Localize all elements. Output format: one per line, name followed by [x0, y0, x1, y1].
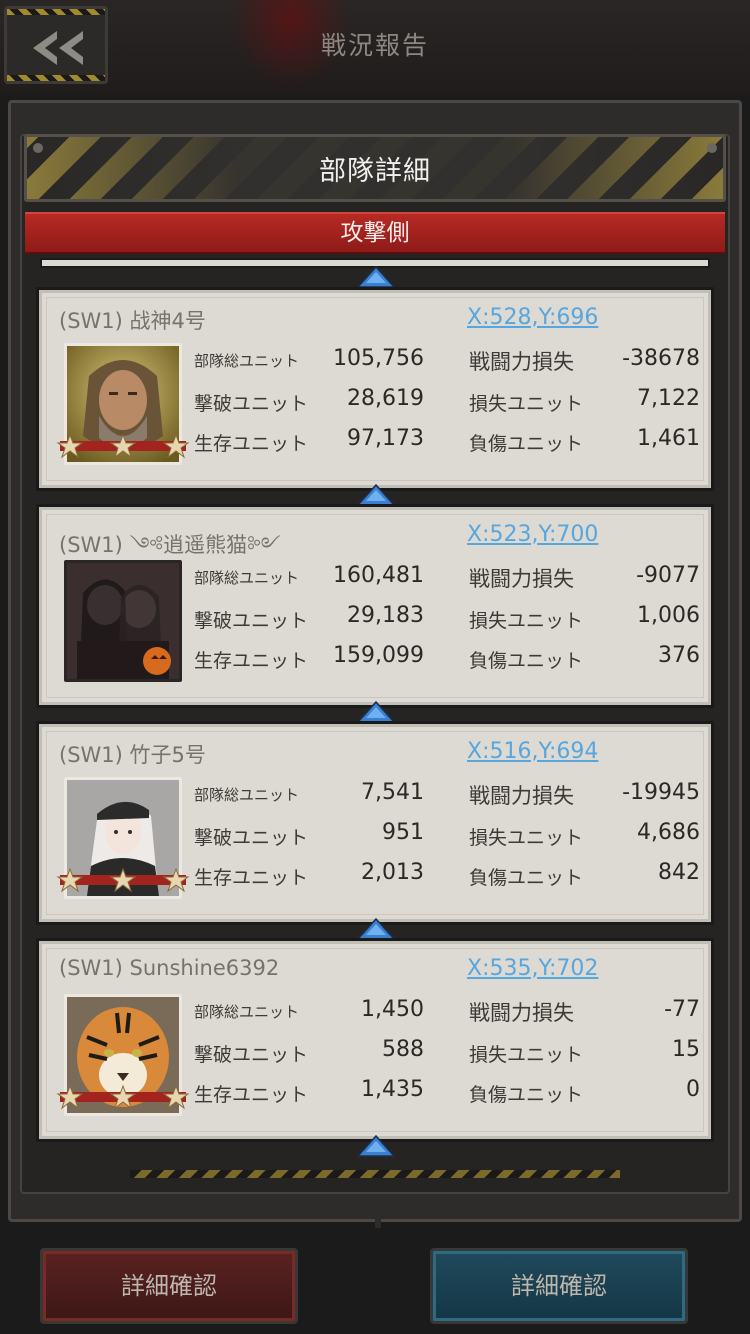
destroyed-units-label: 撃破ユニット [194, 827, 309, 849]
dark-couple-avatar-icon [67, 563, 179, 679]
player-name: (SW1) Sunshine6392 [59, 956, 280, 980]
player-card: (SW1) Sunshine6392 X:535,Y:702 部隊総ユニット 1… [39, 941, 711, 1139]
player-coordinate-link[interactable]: X:516,Y:694 [467, 739, 598, 764]
total-units-value: 1,450 [361, 997, 424, 1022]
rank-stars-ribbon [56, 867, 190, 893]
lost-units-value: 4,686 [637, 820, 700, 845]
chevron-up-icon [356, 918, 396, 940]
lost-units-label: 損失ユニット [469, 393, 584, 415]
power-loss-value: -77 [664, 997, 700, 1022]
wounded-units-value: 376 [658, 643, 700, 668]
surviving-units-label: 生存ユニット [194, 433, 309, 455]
surviving-units-value: 1,435 [361, 1077, 424, 1102]
avatar[interactable] [64, 560, 182, 682]
player-card: (SW1) ༺逍遥熊猫༻ X:523,Y:700 部隊総ユニット 160,481… [39, 507, 711, 705]
screen-title: 戦況報告 [320, 31, 429, 60]
surviving-units-label: 生存ユニット [194, 650, 309, 672]
power-loss-value: -19945 [622, 780, 700, 805]
wounded-units-value: 0 [686, 1077, 700, 1102]
chevron-up-icon [356, 701, 396, 723]
surviving-units-value: 2,013 [361, 860, 424, 885]
surviving-units-label: 生存ユニット [194, 867, 309, 889]
hazard-stripe [7, 75, 105, 81]
panel-divider [375, 1206, 381, 1228]
total-units-label: 部隊総ユニット [194, 1003, 300, 1021]
destroyed-units-value: 951 [382, 820, 424, 845]
panel-header: 部隊詳細 [24, 134, 726, 202]
destroyed-units-label: 撃破ユニット [194, 393, 309, 415]
player-coordinate-link[interactable]: X:523,Y:700 [467, 522, 598, 547]
power-loss-label: 戦闘力損失 [469, 784, 574, 808]
total-units-value: 105,756 [333, 346, 424, 371]
details-button-left[interactable]: 詳細確認 [40, 1248, 298, 1324]
hazard-stripe [130, 1170, 620, 1178]
wounded-units-label: 負傷ユニット [469, 867, 584, 889]
player-name: (SW1) 竹子5号 [59, 743, 206, 767]
rank-stars-ribbon [56, 433, 190, 459]
wounded-units-label: 負傷ユニット [469, 433, 584, 455]
lost-units-label: 損失ユニット [469, 1044, 584, 1066]
hazard-stripe [7, 9, 105, 15]
power-loss-label: 戦闘力損失 [469, 1001, 574, 1025]
rank-stars-ribbon [56, 1084, 190, 1110]
player-card: (SW1) 战神4号 X:528,Y:696 部隊総ユニット 105,756 撃… [39, 290, 711, 488]
wounded-units-label: 負傷ユニット [469, 650, 584, 672]
player-name: (SW1) 战神4号 [59, 309, 206, 333]
power-loss-value: -38678 [622, 346, 700, 371]
surviving-units-label: 生存ユニット [194, 1084, 309, 1106]
details-button-right[interactable]: 詳細確認 [430, 1248, 688, 1324]
destroyed-units-value: 588 [382, 1037, 424, 1062]
destroyed-units-value: 28,619 [347, 386, 424, 411]
destroyed-units-label: 撃破ユニット [194, 610, 309, 632]
chevron-up-icon [356, 484, 396, 506]
power-loss-label: 戦闘力損失 [469, 567, 574, 591]
player-card: (SW1) 竹子5号 X:516,Y:694 部隊総ユニット 7,541 撃破ユ… [39, 724, 711, 922]
surviving-units-value: 97,173 [347, 426, 424, 451]
surviving-units-value: 159,099 [333, 643, 424, 668]
lost-units-value: 1,006 [637, 603, 700, 628]
destroyed-units-value: 29,183 [347, 603, 424, 628]
chevron-up-icon [356, 266, 396, 288]
wounded-units-label: 負傷ユニット [469, 1084, 584, 1106]
chevron-up-icon [356, 1135, 396, 1157]
player-coordinate-link[interactable]: X:535,Y:702 [467, 956, 598, 981]
total-units-label: 部隊総ユニット [194, 786, 300, 804]
panel-title: 部隊詳細 [319, 156, 431, 187]
total-units-value: 7,541 [361, 780, 424, 805]
lost-units-value: 7,122 [637, 386, 700, 411]
lost-units-label: 損失ユニット [469, 610, 584, 632]
lost-units-value: 15 [672, 1037, 700, 1062]
wounded-units-value: 842 [658, 860, 700, 885]
total-units-label: 部隊総ユニット [194, 352, 300, 370]
player-coordinate-link[interactable]: X:528,Y:696 [467, 305, 598, 330]
total-units-label: 部隊総ユニット [194, 569, 300, 587]
power-loss-label: 戦闘力損失 [469, 350, 574, 374]
power-loss-value: -9077 [636, 563, 700, 588]
total-units-value: 160,481 [333, 563, 424, 588]
lost-units-label: 損失ユニット [469, 827, 584, 849]
wounded-units-value: 1,461 [637, 426, 700, 451]
destroyed-units-label: 撃破ユニット [194, 1044, 309, 1066]
attacker-side-bar: 攻撃側 [25, 212, 725, 254]
